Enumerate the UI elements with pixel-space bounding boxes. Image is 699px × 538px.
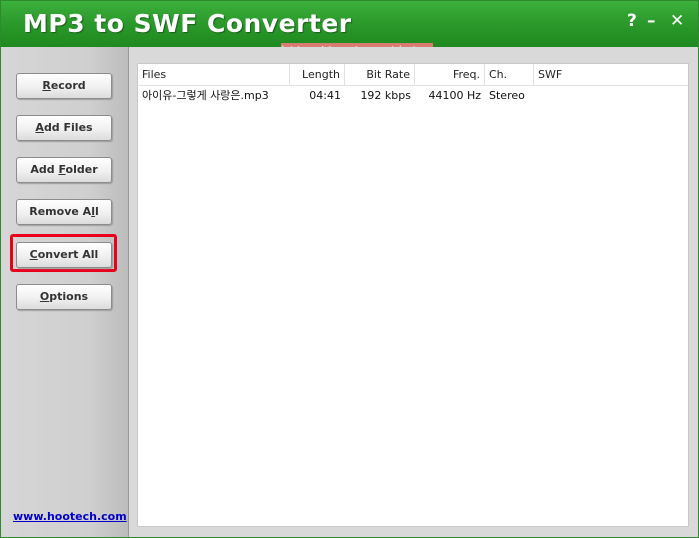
record-button[interactable]: Record — [16, 73, 112, 99]
main-content: Files Length Bit Rate Freq. Ch. SWF 아이유-… — [129, 47, 698, 537]
column-header-freq[interactable]: Freq. — [415, 64, 485, 85]
minimize-icon[interactable]: – — [647, 11, 656, 31]
cell-swf — [534, 86, 688, 106]
hootech-link[interactable]: www.hootech.com — [13, 510, 127, 523]
app-title: MP3 to SWF Converter — [23, 9, 352, 38]
app-window: MP3 to SWF Converter ? – ✕ http://nextco… — [0, 0, 699, 538]
remove-all-button[interactable]: Remove All — [16, 199, 112, 225]
cell-length: 04:41 — [309, 89, 341, 102]
column-header-swf[interactable]: SWF — [534, 64, 688, 85]
cell-freq: 44100 Hz — [428, 89, 481, 102]
close-icon[interactable]: ✕ — [670, 11, 684, 31]
title-bar[interactable]: MP3 to SWF Converter ? – ✕ — [1, 1, 698, 47]
cell-bitrate: 192 kbps — [360, 89, 411, 102]
column-header-bitrate[interactable]: Bit Rate — [345, 64, 415, 85]
add-folder-button[interactable]: Add Folder — [16, 157, 112, 183]
column-header-ch[interactable]: Ch. — [485, 64, 534, 85]
help-icon[interactable]: ? — [627, 11, 637, 31]
list-header: Files Length Bit Rate Freq. Ch. SWF — [138, 64, 688, 86]
sidebar: Record Add Files Add Folder Remove All C… — [1, 47, 129, 537]
cell-file: 아이유-그렇게 사랑은.mp3 — [142, 89, 269, 102]
cell-ch: Stereo — [489, 89, 525, 102]
column-header-length[interactable]: Length — [290, 64, 345, 85]
file-list[interactable]: Files Length Bit Rate Freq. Ch. SWF 아이유-… — [137, 63, 689, 527]
column-header-files[interactable]: Files — [138, 64, 290, 85]
options-button[interactable]: Options — [16, 284, 112, 310]
convert-all-button[interactable]: Convert All — [16, 242, 112, 268]
add-files-button[interactable]: Add Files — [16, 115, 112, 141]
